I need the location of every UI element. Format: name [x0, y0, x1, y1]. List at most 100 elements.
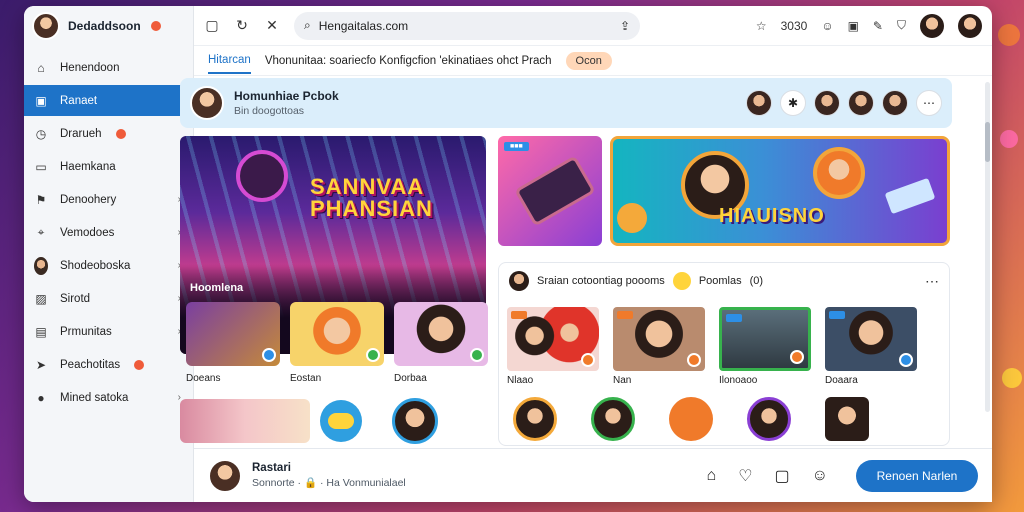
notification-badge — [134, 359, 145, 370]
app-badge-icon[interactable] — [320, 400, 362, 442]
composer-actions: ⌂ ♡ ▢ ☺ — [707, 466, 828, 486]
feed-card[interactable] — [825, 307, 917, 371]
emoji-icon[interactable]: ☺ — [812, 467, 828, 485]
notification-badge — [115, 128, 126, 139]
profile-avatar[interactable] — [32, 12, 60, 40]
sidebar-item-9[interactable]: ▤ Prmunitas › — [24, 316, 193, 347]
badge-icon — [899, 353, 913, 367]
thumbnail[interactable] — [394, 302, 488, 366]
sidebar-item-5[interactable]: ⚑ Denoohery › — [24, 184, 193, 215]
profile-circle[interactable] — [392, 398, 438, 444]
secondary-row — [180, 398, 486, 444]
refresh-icon[interactable]: ↻ — [234, 17, 250, 34]
sidebar-item-4[interactable]: ▭ Haemkana — [24, 151, 193, 182]
url-text: Hengaitalas.com — [318, 18, 409, 33]
scrollbar-thumb[interactable] — [985, 122, 990, 162]
member-avatar[interactable] — [848, 90, 874, 116]
scrollbar[interactable] — [985, 82, 990, 412]
composer-name: Rastari — [252, 462, 291, 474]
settings-icon[interactable]: ✱ — [780, 90, 806, 116]
feed-card[interactable] — [613, 307, 705, 371]
verified-icon — [366, 348, 380, 362]
heart-icon[interactable]: ♡ — [738, 466, 752, 486]
person-icon: ● — [37, 390, 45, 405]
promo-card-small[interactable]: ■■■ — [498, 136, 602, 246]
badge-icon — [687, 353, 701, 367]
tab-icon[interactable]: ▢ — [204, 17, 220, 34]
profile-circle[interactable] — [747, 397, 791, 441]
thumbnail-row — [186, 302, 488, 366]
badge-icon — [581, 353, 595, 367]
clock-icon: ◷ — [35, 126, 47, 141]
sidebar-item-label: Haemkana — [60, 160, 116, 173]
screen-icon[interactable]: ▣ — [848, 19, 859, 33]
promo-title: HIAUISNO — [719, 205, 825, 227]
hero-ring — [236, 150, 288, 202]
more-icon[interactable]: ⋯ — [925, 273, 939, 290]
feed-badge-count: (0) — [749, 275, 764, 287]
sidebar-item-11[interactable]: ● Mined satoka › — [24, 382, 193, 413]
card-tag — [829, 311, 845, 319]
promo-card-large[interactable]: HIAUISNO — [610, 136, 950, 246]
feed-avatar[interactable] — [509, 271, 529, 291]
promo-avatar — [813, 147, 865, 199]
share-icon[interactable]: ⇪ — [620, 19, 630, 33]
user-avatar-secondary[interactable] — [958, 13, 982, 38]
sidebar-item-3[interactable]: ◷ Drarueh — [24, 118, 193, 149]
star-icon[interactable]: ☆ — [756, 19, 767, 33]
profile-circle[interactable] — [825, 397, 869, 441]
shield-icon[interactable]: ⛉ — [897, 18, 906, 33]
background-decor-circle — [998, 24, 1020, 46]
emoji-icon — [672, 272, 691, 290]
composer-avatar[interactable] — [208, 458, 242, 493]
comment-icon[interactable]: ▢ — [775, 466, 790, 486]
tab-pill[interactable]: Ocon — [565, 51, 612, 70]
profile-circle[interactable] — [513, 397, 557, 441]
chat-icon: ▭ — [35, 159, 47, 174]
background-decor-circle — [1002, 368, 1022, 388]
sidebar-item-label: Prmunitas — [60, 325, 112, 338]
feed-card[interactable] — [507, 307, 599, 371]
sidebar-item-8[interactable]: ▨ Sirotd › — [24, 283, 193, 314]
member-avatar[interactable] — [882, 90, 908, 116]
feed-circle-row — [513, 397, 869, 441]
more-icon[interactable]: ⋯ — [916, 90, 942, 116]
thumbnail[interactable] — [186, 302, 280, 366]
member-avatars: ✱ ⋯ — [746, 90, 942, 116]
app-badge-icon[interactable] — [669, 397, 713, 441]
home-icon[interactable]: ⌂ — [707, 467, 717, 485]
primary-action-button[interactable]: Renoen Narlen — [856, 459, 978, 492]
feed-card[interactable] — [719, 307, 811, 371]
verified-icon — [262, 348, 276, 362]
sidebar-item-6[interactable]: ⌖ Vemodoes › — [24, 217, 193, 248]
tab-active[interactable]: Hitarcan — [208, 48, 251, 74]
image-icon: ▨ — [35, 291, 47, 306]
thumbnail[interactable] — [290, 302, 384, 366]
sidebar: Dedaddsoon ⌂ Henendoon ▣ Ranaet ◷ Drarue… — [24, 6, 194, 502]
emoji-icon[interactable]: ☺ — [821, 19, 833, 33]
community-avatar[interactable] — [190, 86, 224, 120]
community-info: Homunhiae Pcbok Bin doogottoas — [234, 89, 339, 117]
composer-sub-prefix: Sonnorte — [252, 477, 295, 489]
member-avatar[interactable] — [814, 90, 840, 116]
group-photo[interactable] — [180, 399, 310, 443]
community-subtitle: Bin doogottoas — [234, 105, 305, 117]
member-avatar[interactable] — [746, 90, 772, 116]
tool-icon[interactable]: ✎ — [873, 19, 883, 33]
composer-bar: Rastari Sonnorte · 🔒 · Ha Vonmunialael ⌂… — [194, 448, 992, 502]
tab-description: Vhonunitaa: soariecfo Konfigcfion 'ekina… — [264, 54, 552, 67]
address-bar[interactable]: ⌕ Hengaitalas.com ⇪ — [294, 11, 640, 40]
profile-circle[interactable] — [591, 397, 635, 441]
composer-info: Rastari Sonnorte · 🔒 · Ha Vonmunialael — [252, 462, 406, 489]
close-icon[interactable]: ✕ — [264, 17, 280, 34]
user-avatar[interactable] — [920, 13, 944, 38]
sidebar-item-7[interactable]: Shodeoboska › — [24, 250, 193, 281]
sidebar-item-home[interactable]: ⌂ Henendoon — [24, 52, 193, 83]
sidebar-item-active[interactable]: ▣ Ranaet — [24, 85, 193, 116]
toolbar-right: ☆ 3030 ☺ ▣ ✎ ⛉ — [756, 13, 982, 38]
thumbnail-caption: Doeans — [186, 373, 221, 384]
card-caption: Nan — [613, 375, 632, 386]
hero-title-line: PHANSIAN — [310, 196, 433, 221]
sidebar-item-10[interactable]: ➤ Peachotitas — [24, 349, 193, 380]
card-caption: Ilonoaoo — [719, 375, 758, 386]
